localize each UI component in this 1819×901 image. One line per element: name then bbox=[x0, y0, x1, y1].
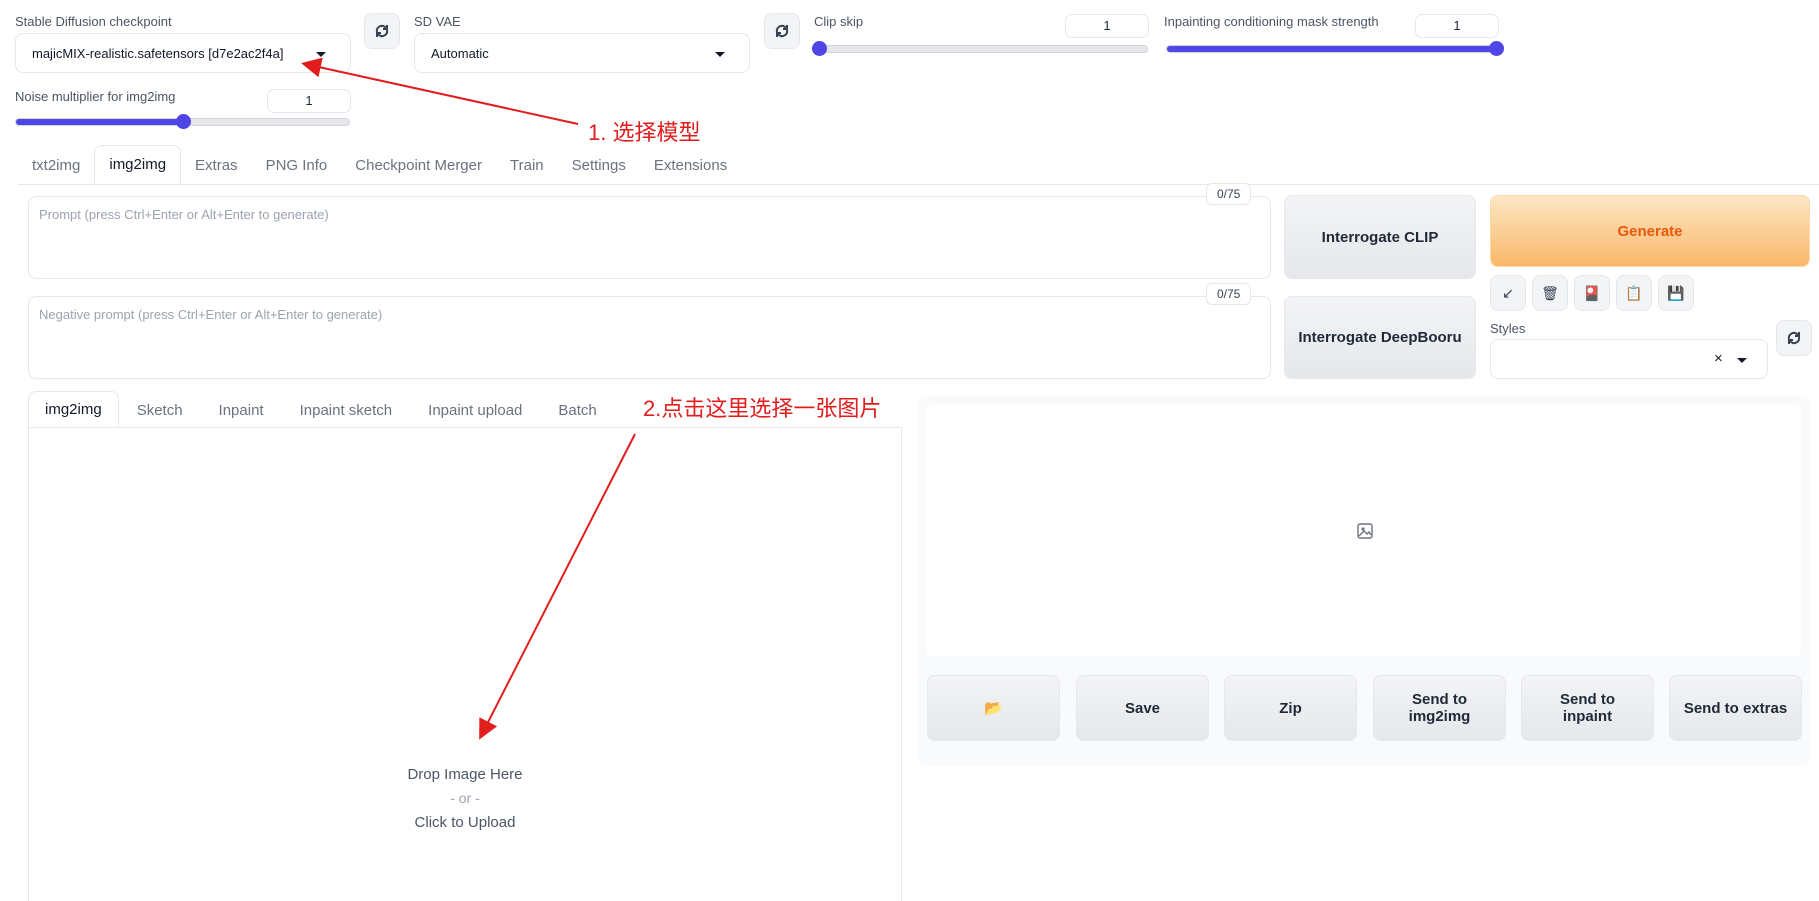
annotation-step2: 2.点击这里选择一张图片 bbox=[643, 396, 882, 421]
annotation-arrow-2 bbox=[479, 433, 636, 740]
annotation-arrow-1 bbox=[301, 57, 579, 125]
annotation-step1: 1. 选择模型 bbox=[588, 120, 701, 145]
annotation-arrows bbox=[301, 57, 636, 740]
